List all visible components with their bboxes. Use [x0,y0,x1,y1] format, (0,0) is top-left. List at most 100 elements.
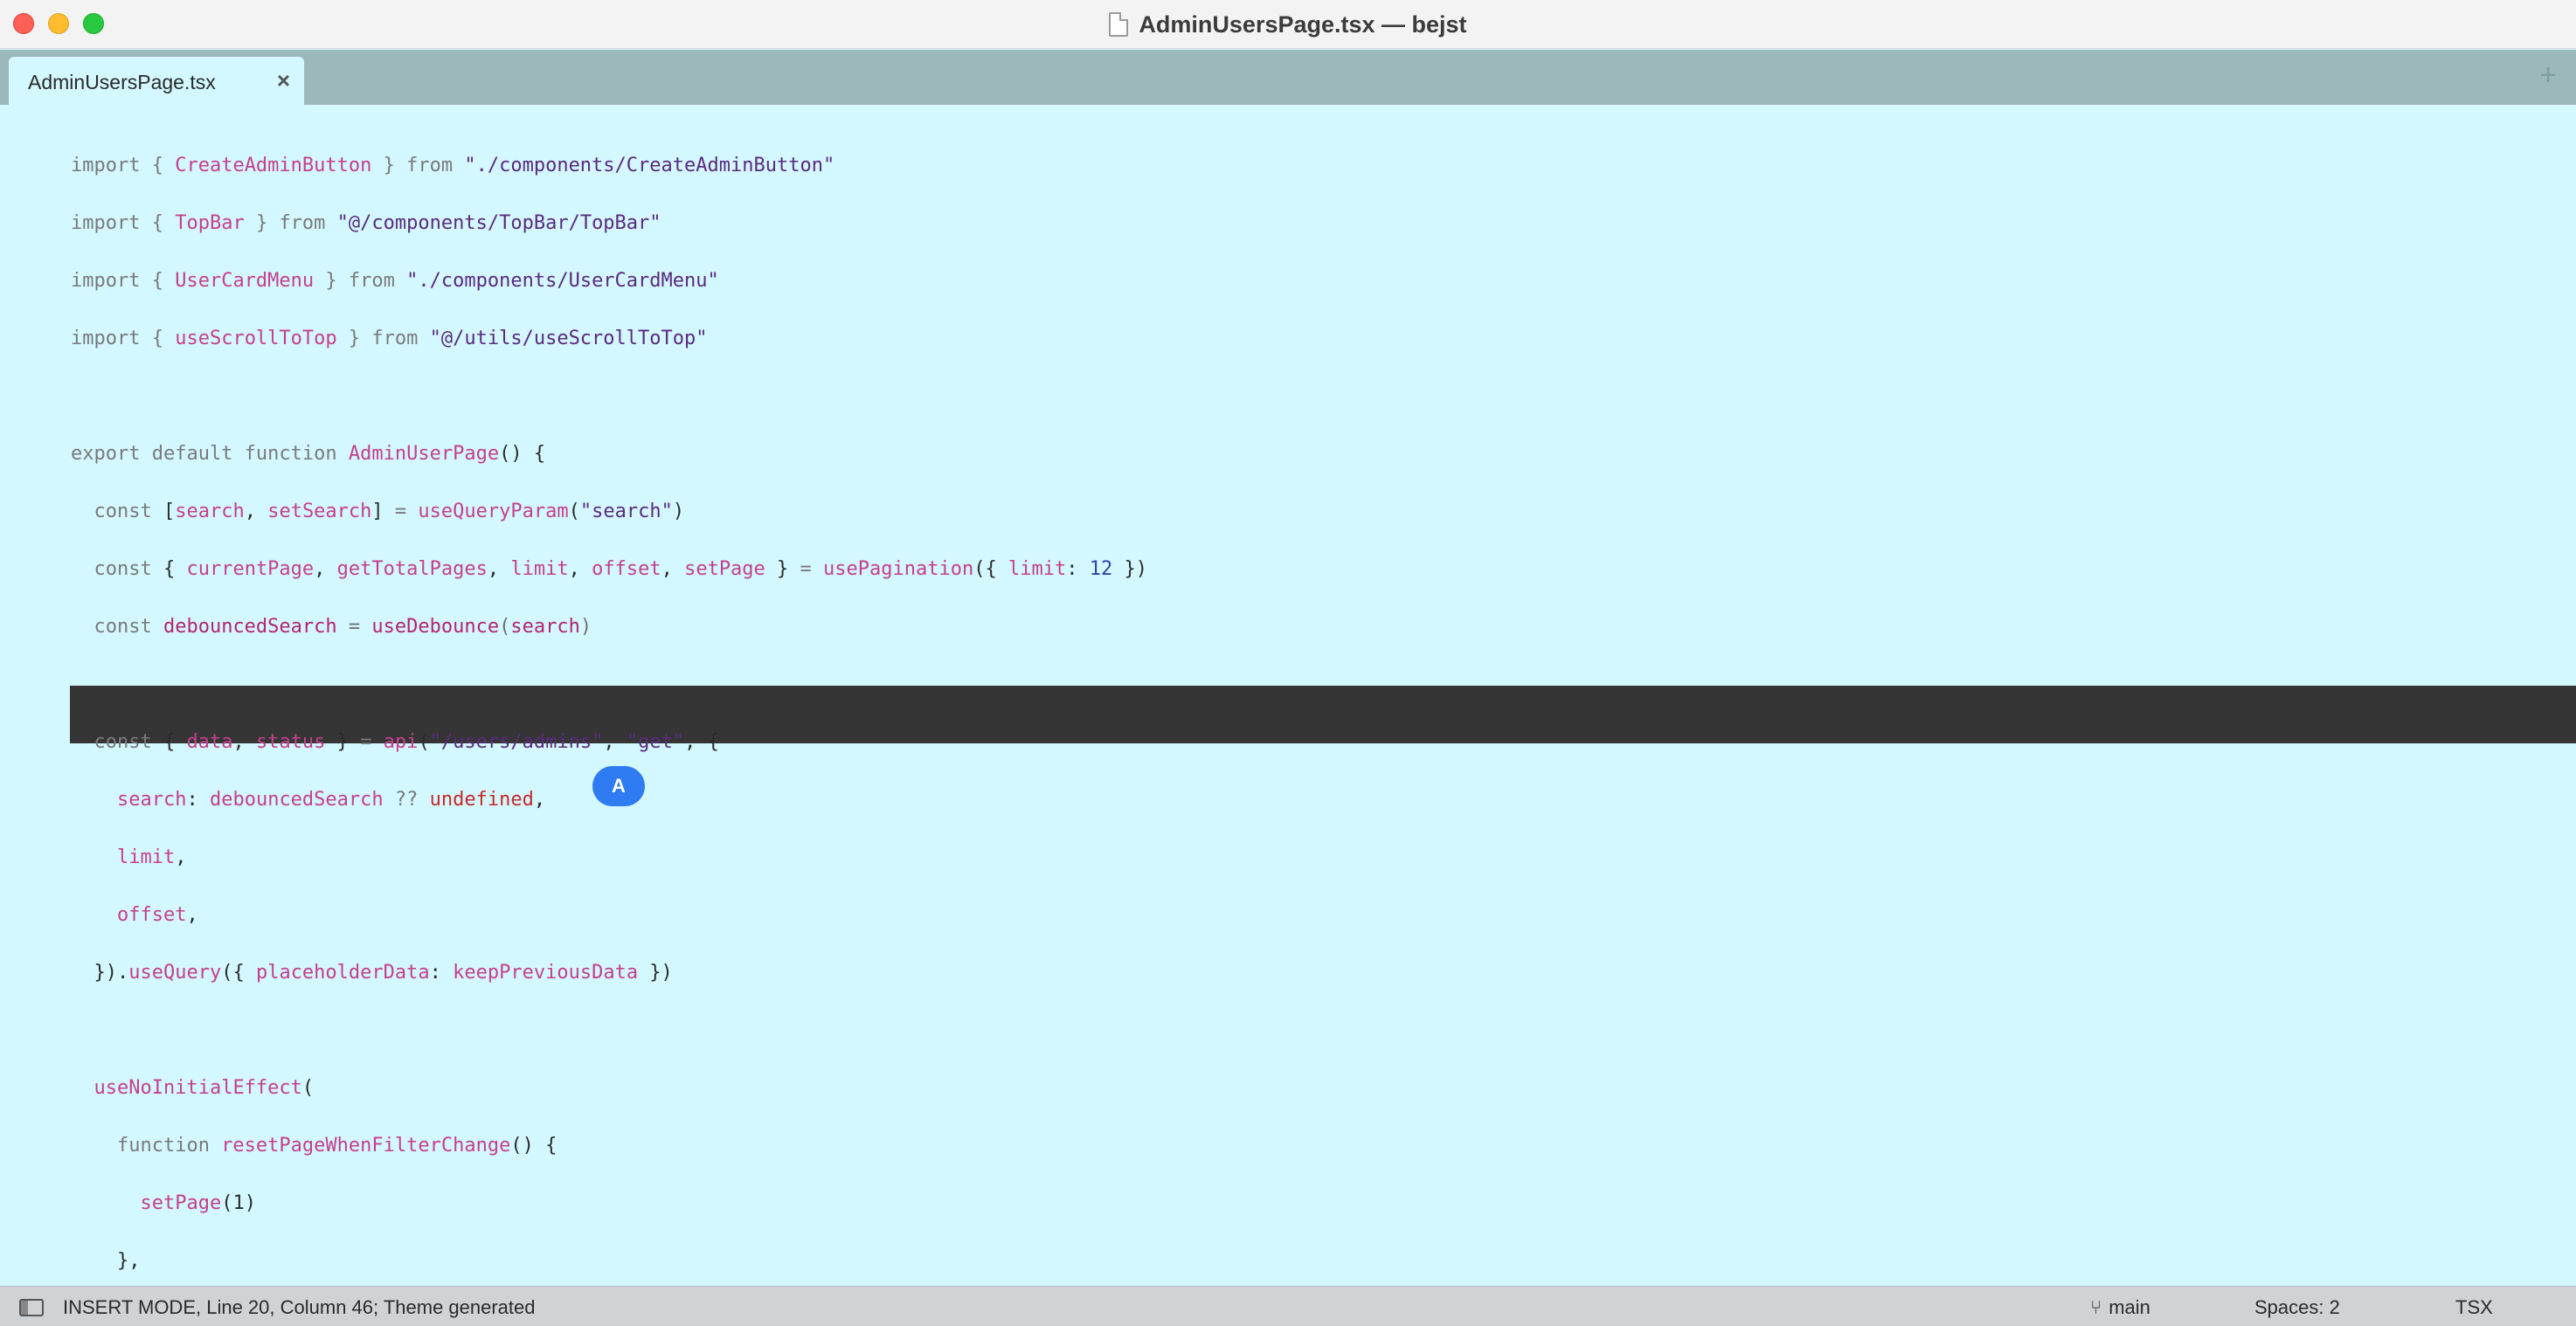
code-token: data [186,731,233,753]
git-branch-icon: ⑂ [2090,1296,2102,1318]
code-token: : [186,789,210,811]
code-token: limit [1008,558,1067,580]
code-token: import { [71,155,176,176]
code-token: UserCardMenu [175,270,315,292]
code-line[interactable]: import { useScrollToTop } from "@/utils/… [71,325,708,353]
code-token: "search" [579,501,673,522]
code-editor[interactable]: import { CreateAdminButton } from "./com… [0,105,2576,1286]
code-line[interactable]: export default function AdminUserPage() … [71,440,545,468]
tab-adminuserspage[interactable]: AdminUsersPage.tsx × [9,57,304,105]
new-tab-icon[interactable]: + [2539,59,2557,93]
tab-label: AdminUsersPage.tsx [28,71,216,93]
sidebar-toggle-icon[interactable] [19,1299,44,1316]
code-token: getTotalPages [336,558,488,580]
code-token: , [568,558,592,580]
code-token: useQuery [128,962,222,984]
code-token: api [383,731,419,753]
window-title: AdminUsersPage.tsx — bejst [0,0,2576,49]
code-token: search [116,789,187,811]
code-token: function [71,1135,222,1157]
code-line[interactable]: function resetPageWhenFilterChange() { [71,1132,557,1160]
code-token: ({ [221,962,256,984]
code-token: placeholderData [255,962,430,984]
code-line[interactable]: const { currentPage, getTotalPages, limi… [71,556,1146,584]
code-token: } [325,731,361,753]
code-token: "./components/CreateAdminButton" [464,155,835,176]
code-token: , [487,558,511,580]
code-token: currentPage [186,558,315,580]
code-token: "get" [626,731,685,753]
code-token: , [244,501,268,522]
code-line[interactable]: setPage(1) [71,1190,256,1218]
code-line[interactable]: import { TopBar } from "@/components/Top… [71,210,661,238]
code-token: , [661,558,685,580]
code-token: useDebounce [371,616,500,638]
code-token: import { [71,328,176,349]
code-token: debouncedSearch [209,789,384,811]
code-token: 12 [1089,558,1113,580]
editor-mode-status: INSERT MODE, Line 20, Column 46; Theme g… [63,1296,536,1318]
window-title-text: AdminUsersPage.tsx — bejst [1139,10,1467,38]
code-line[interactable]: offset, [71,901,198,929]
code-line[interactable]: const debouncedSearch = useDebounce(sear… [71,613,592,641]
tab-bar: AdminUsersPage.tsx × + [0,50,2576,105]
code-token: search [510,616,580,638]
indentation-setting[interactable]: Spaces: 2 [2254,1296,2340,1319]
code-token: "@/components/TopBar/TopBar" [336,212,661,234]
code-token: ) [672,501,685,522]
code-token: } from [314,270,407,292]
code-token: import { [71,212,176,234]
code-token: }) [638,962,673,984]
code-token: "/users/admins" [429,731,604,753]
code-token: offset [116,904,187,926]
code-token: } from [244,212,337,234]
code-token: , [314,558,337,580]
code-token: CreateAdminButton [175,155,372,176]
language-mode[interactable]: TSX [2455,1296,2493,1319]
code-token: ) [579,616,592,638]
code-line[interactable]: limit, [71,844,186,872]
code-token: const [71,731,163,753]
code-token: ({ [973,558,1008,580]
code-token: }, [71,1250,141,1272]
code-token: export default function [71,443,349,465]
code-token: () { [510,1135,557,1157]
code-token: const [71,616,163,638]
code-token: useNoInitialEffect [93,1077,302,1099]
code-line[interactable]: }, [71,1247,141,1275]
code-line[interactable]: search: debouncedSearch ?? undefined, [71,786,545,814]
code-line[interactable]: const [search, setSearch] = useQueryPara… [71,498,684,526]
code-token: search [175,501,245,522]
code-token: = [394,501,419,522]
code-token: { [163,558,187,580]
status-bar: INSERT MODE, Line 20, Column 46; Theme g… [0,1286,2576,1326]
code-token: undefined [429,789,534,811]
code-line[interactable]: import { UserCardMenu } from "./componen… [71,267,719,295]
code-token: , [603,731,627,753]
code-line[interactable]: const { data, status } = api("/users/adm… [71,729,718,756]
code-line[interactable]: useNoInitialEffect( [71,1074,315,1102]
close-tab-icon[interactable]: × [277,67,290,94]
git-branch[interactable]: ⑂ main [2090,1296,2150,1319]
code-token: const [71,501,163,522]
code-token: , [533,789,546,811]
code-token: ( [301,1077,315,1099]
code-token: TopBar [175,212,245,234]
code-token: ( [568,501,580,522]
code-token: useQueryParam [418,501,569,522]
code-token: [ [163,501,176,522]
code-token: : [1066,558,1090,580]
code-line[interactable]: }).useQuery({ placeholderData: keepPrevi… [71,959,673,987]
code-token: ( [418,731,430,753]
code-token: (1) [221,1192,256,1214]
code-token: ] [371,501,395,522]
code-token: "./components/UserCardMenu" [406,270,719,292]
code-line[interactable]: import { CreateAdminButton } from "./com… [71,152,834,180]
code-token: ?? [383,789,430,811]
code-token: setSearch [267,501,372,522]
code-token: status [255,731,326,753]
